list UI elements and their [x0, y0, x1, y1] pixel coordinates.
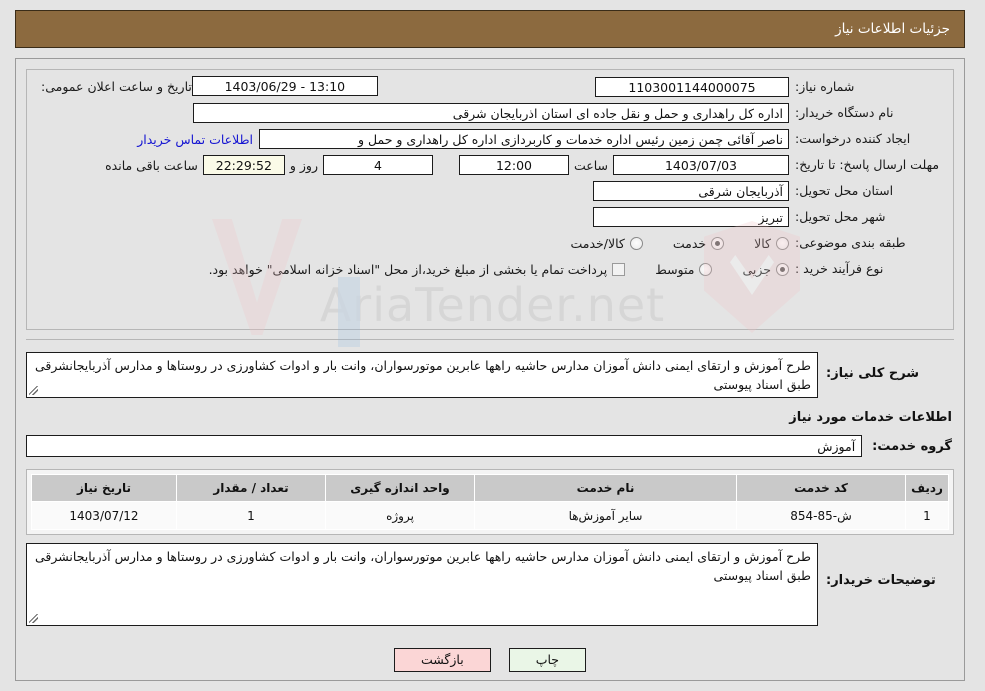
th-radif: ردیف: [905, 474, 949, 502]
cell-service-name: سایر آموزش‌ها: [474, 501, 737, 530]
th-unit: واحد اندازه گیری: [325, 474, 475, 502]
print-button[interactable]: چاپ: [508, 648, 587, 672]
service-group-label: گروه خدمت:: [872, 438, 952, 454]
request-creator-label: ایجاد کننده درخواست:: [795, 131, 911, 147]
checkbox-icon[interactable]: [612, 262, 626, 276]
th-quantity: تعداد / مقدار: [176, 474, 326, 502]
public-announcement-row: 13:10 - 1403/06/29 تاریخ و ساعت اعلان عم…: [35, 76, 378, 96]
category-radio-service[interactable]: خدمت: [672, 235, 725, 251]
radio-icon[interactable]: [776, 236, 789, 250]
need-summary-row: شرح کلی نیاز: طرح آموزش و ارتقای ایمنی د…: [26, 352, 954, 398]
process-radio-minor-label: جزیی: [742, 261, 771, 277]
subject-category-label: طبقه بندی موضوعی:: [795, 235, 906, 251]
response-deadline-label: مهلت ارسال پاسخ: تا تاریخ:: [795, 156, 940, 172]
buyer-notes-textarea[interactable]: طرح آموزش و ارتقای ایمنی دانش آموزان مدا…: [26, 543, 818, 626]
need-number-value: 1103001144000075: [595, 77, 789, 97]
table-header-row: ردیف کد خدمت نام خدمت واحد اندازه گیری ت…: [31, 474, 949, 502]
deadline-hour-value: 12:00: [458, 155, 569, 175]
content-frame: 13:10 - 1403/06/29 تاریخ و ساعت اعلان عم…: [15, 58, 965, 681]
service-group-row: گروه خدمت: آموزش: [26, 435, 952, 457]
remaining-countdown-value: 22:29:52: [202, 155, 285, 175]
cell-radif: 1: [905, 501, 949, 530]
need-summary-label: شرح کلی نیاز:: [826, 366, 920, 381]
remaining-days-label: روز و: [289, 157, 318, 173]
buyer-org-label: نام دستگاه خریدار:: [795, 105, 894, 121]
delivery-province-value: آذربایجان شرقی: [593, 181, 789, 201]
delivery-province-label: استان محل تحویل:: [795, 183, 894, 199]
need-info-panel: 13:10 - 1403/06/29 تاریخ و ساعت اعلان عم…: [26, 69, 954, 330]
cell-service-code: ش-85-854: [736, 501, 906, 530]
islamic-treasury-checkbox-item[interactable]: پرداخت تمام یا بخشی از مبلغ خرید،از محل …: [209, 262, 626, 277]
process-radio-minor[interactable]: جزیی: [742, 262, 789, 277]
deadline-date-value: 1403/07/03: [613, 155, 789, 175]
islamic-treasury-note: پرداخت تمام یا بخشی از مبلغ خرید،از محل …: [208, 261, 608, 277]
remaining-hours-label: ساعت باقی مانده: [105, 157, 198, 173]
delivery-province-row: استان محل تحویل: آذربایجان شرقی: [35, 180, 945, 202]
delivery-city-label: شهر محل تحویل:: [795, 209, 886, 225]
request-creator-value: ناصر آقائی چمن زمین رئیس اداره خدمات و ک…: [259, 129, 789, 149]
page-header: جزئیات اطلاعات نیاز: [15, 10, 965, 48]
need-summary-textarea[interactable]: طرح آموزش و ارتقای ایمنی دانش آموزان مدا…: [26, 352, 818, 398]
buyer-notes-label: توضیحات خریدار:: [826, 573, 936, 588]
services-table-wrapper: ردیف کد خدمت نام خدمت واحد اندازه گیری ت…: [26, 469, 954, 535]
back-button[interactable]: بازگشت: [394, 648, 491, 672]
action-button-bar: چاپ بازگشت: [16, 648, 964, 672]
buyer-org-value: اداره کل راهداری و حمل و نقل جاده ای است…: [193, 103, 789, 123]
radio-icon[interactable]: [699, 262, 713, 276]
radio-selected-icon[interactable]: [776, 262, 789, 276]
category-radio-goods-service-label: کالا/خدمت: [570, 235, 625, 251]
services-section-title: اطلاعات خدمات مورد نیاز: [789, 410, 952, 425]
category-radio-service-label: خدمت: [672, 235, 707, 251]
category-radio-goods-label: کالا: [754, 235, 771, 251]
deadline-hour-label: ساعت: [573, 157, 608, 173]
purchase-process-row: نوع فرآیند خرید : جزیی متوسط پرداخت تمام…: [35, 258, 945, 280]
delivery-city-value: تبریز: [593, 207, 789, 227]
process-radio-medium[interactable]: متوسط: [655, 261, 713, 277]
radio-selected-icon[interactable]: [711, 236, 725, 250]
service-group-value: آموزش: [26, 435, 863, 457]
table-row: 1 ش-85-854 سایر آموزش‌ها پروژه 1 1403/07…: [31, 501, 949, 530]
page-title: جزئیات اطلاعات نیاز: [835, 21, 950, 37]
buyer-contact-link[interactable]: اطلاعات تماس خریدار: [131, 132, 259, 147]
buyer-notes-row: توضیحات خریدار: طرح آموزش و ارتقای ایمنی…: [26, 543, 954, 626]
cell-quantity: 1: [176, 501, 326, 530]
category-radio-goods-service[interactable]: کالا/خدمت: [570, 235, 643, 251]
th-service-code: کد خدمت: [736, 474, 906, 502]
purchase-process-radio-group: جزیی متوسط: [625, 262, 789, 277]
cell-need-date: 1403/07/12: [31, 501, 177, 530]
purchase-process-label: نوع فرآیند خرید :: [795, 261, 884, 277]
th-need-date: تاریخ نیاز: [31, 474, 177, 502]
need-number-label: شماره نیاز:: [795, 79, 855, 95]
response-deadline-row: مهلت ارسال پاسخ: تا تاریخ: 1403/07/03 سا…: [35, 154, 945, 176]
delivery-city-row: شهر محل تحویل: تبریز: [35, 206, 945, 228]
category-radio-goods[interactable]: کالا: [754, 236, 789, 251]
request-creator-row: ایجاد کننده درخواست: ناصر آقائی چمن زمین…: [35, 128, 945, 150]
th-service-name: نام خدمت: [474, 474, 737, 502]
process-radio-medium-label: متوسط: [655, 261, 695, 277]
page-root: جزئیات اطلاعات نیاز 13:10 - 1403/06/29 ت…: [0, 0, 985, 691]
radio-icon[interactable]: [629, 236, 643, 250]
subject-category-row: طبقه بندی موضوعی: کالا خدمت کالا/خدمت: [35, 232, 945, 254]
services-table: ردیف کد خدمت نام خدمت واحد اندازه گیری ت…: [31, 474, 949, 530]
divider: [26, 339, 954, 340]
buyer-org-row: نام دستگاه خریدار: اداره کل راهداری و حم…: [35, 102, 945, 124]
public-announcement-label: تاریخ و ساعت اعلان عمومی:: [41, 78, 192, 94]
remaining-days-value: 4: [322, 155, 433, 175]
public-announcement-value: 13:10 - 1403/06/29: [191, 76, 378, 96]
cell-unit: پروژه: [325, 501, 475, 530]
subject-category-radio-group: کالا خدمت کالا/خدمت: [540, 236, 789, 251]
